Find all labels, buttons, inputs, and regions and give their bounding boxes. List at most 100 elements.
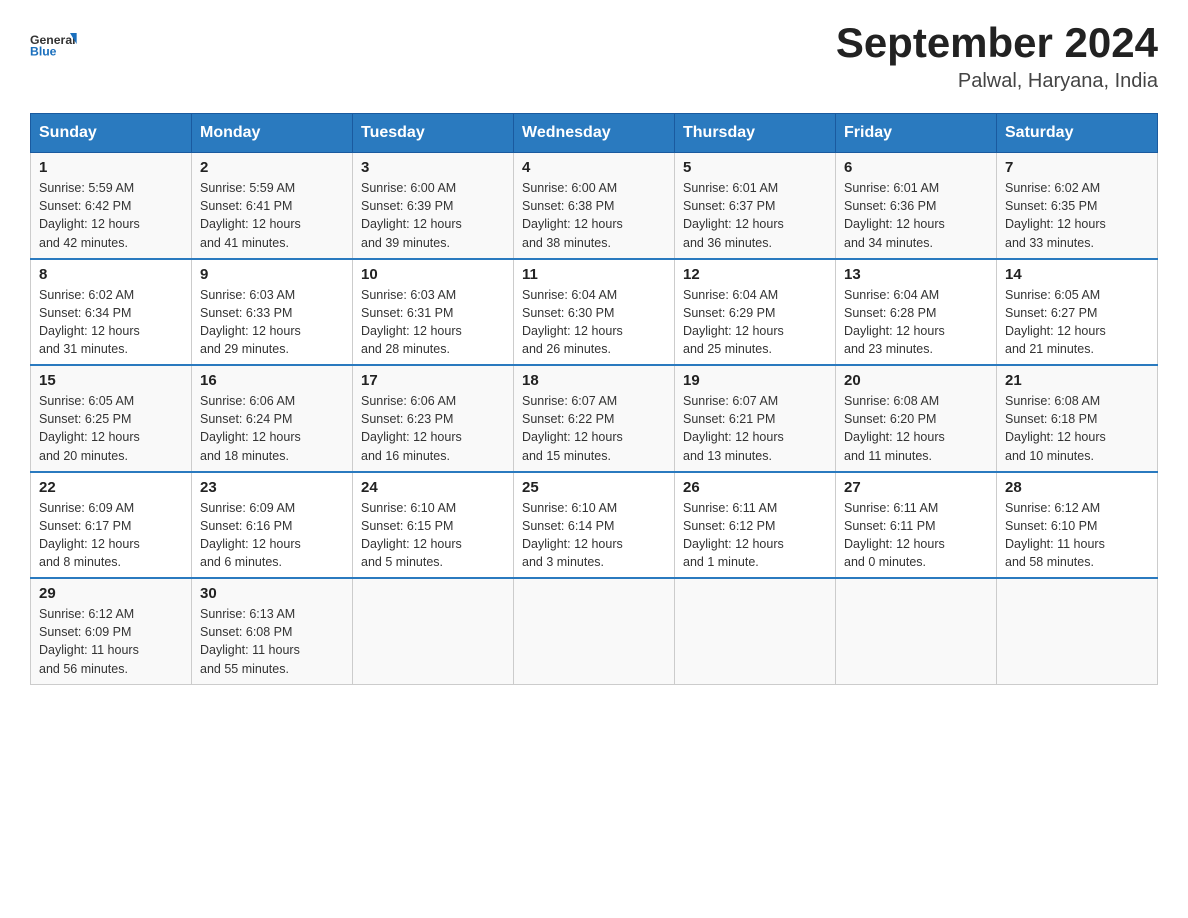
calendar-cell: 17 Sunrise: 6:06 AMSunset: 6:23 PMDayligh… [353,365,514,472]
calendar-cell: 9 Sunrise: 6:03 AMSunset: 6:33 PMDaylight… [192,259,353,366]
calendar-cell: 18 Sunrise: 6:07 AMSunset: 6:22 PMDayligh… [514,365,675,472]
day-number: 17 [361,372,505,389]
calendar-table: SundayMondayTuesdayWednesdayThursdayFrid… [30,113,1158,685]
day-info: Sunrise: 6:01 AMSunset: 6:37 PMDaylight:… [683,179,827,252]
day-number: 21 [1005,372,1149,389]
calendar-cell: 30 Sunrise: 6:13 AMSunset: 6:08 PMDayligh… [192,578,353,684]
calendar-cell: 22 Sunrise: 6:09 AMSunset: 6:17 PMDayligh… [31,472,192,579]
day-info: Sunrise: 6:00 AMSunset: 6:39 PMDaylight:… [361,179,505,252]
calendar-cell [514,578,675,684]
page-header: General Blue September 2024 Palwal, Hary… [30,20,1158,93]
day-number: 18 [522,372,666,389]
day-info: Sunrise: 6:07 AMSunset: 6:22 PMDaylight:… [522,392,666,465]
day-number: 3 [361,159,505,176]
calendar-cell: 1Sunrise: 5:59 AMSunset: 6:42 PMDaylight… [31,153,192,259]
day-info: Sunrise: 6:04 AMSunset: 6:30 PMDaylight:… [522,286,666,359]
column-header-tuesday: Tuesday [353,114,514,153]
day-info: Sunrise: 6:06 AMSunset: 6:23 PMDaylight:… [361,392,505,465]
day-number: 15 [39,372,183,389]
day-number: 5 [683,159,827,176]
day-info: Sunrise: 6:03 AMSunset: 6:33 PMDaylight:… [200,286,344,359]
calendar-cell: 13 Sunrise: 6:04 AMSunset: 6:28 PMDayligh… [836,259,997,366]
day-number: 30 [200,585,344,602]
day-info: Sunrise: 6:09 AMSunset: 6:17 PMDaylight:… [39,499,183,572]
day-number: 25 [522,479,666,496]
day-number: 24 [361,479,505,496]
calendar-cell: 26 Sunrise: 6:11 AMSunset: 6:12 PMDayligh… [675,472,836,579]
svg-text:Blue: Blue [30,44,57,58]
day-number: 2 [200,159,344,176]
column-header-friday: Friday [836,114,997,153]
calendar-cell: 5 Sunrise: 6:01 AMSunset: 6:37 PMDaylight… [675,153,836,259]
day-info: Sunrise: 6:02 AMSunset: 6:35 PMDaylight:… [1005,179,1149,252]
day-number: 23 [200,479,344,496]
column-header-thursday: Thursday [675,114,836,153]
day-number: 9 [200,266,344,283]
day-info: Sunrise: 6:02 AMSunset: 6:34 PMDaylight:… [39,286,183,359]
column-header-wednesday: Wednesday [514,114,675,153]
day-info: Sunrise: 6:05 AMSunset: 6:25 PMDaylight:… [39,392,183,465]
day-info: Sunrise: 6:06 AMSunset: 6:24 PMDaylight:… [200,392,344,465]
calendar-cell: 20 Sunrise: 6:08 AMSunset: 6:20 PMDayligh… [836,365,997,472]
day-info: Sunrise: 6:10 AMSunset: 6:15 PMDaylight:… [361,499,505,572]
day-number: 12 [683,266,827,283]
day-info: Sunrise: 6:13 AMSunset: 6:08 PMDaylight:… [200,605,344,678]
day-info: Sunrise: 6:03 AMSunset: 6:31 PMDaylight:… [361,286,505,359]
column-header-sunday: Sunday [31,114,192,153]
calendar-cell [675,578,836,684]
calendar-header-row: SundayMondayTuesdayWednesdayThursdayFrid… [31,114,1158,153]
calendar-cell: 24 Sunrise: 6:10 AMSunset: 6:15 PMDayligh… [353,472,514,579]
day-number: 22 [39,479,183,496]
calendar-cell: 11 Sunrise: 6:04 AMSunset: 6:30 PMDayligh… [514,259,675,366]
day-number: 6 [844,159,988,176]
location-subtitle: Palwal, Haryana, India [836,70,1158,93]
calendar-cell: 10Sunrise: 6:03 AMSunset: 6:31 PMDayligh… [353,259,514,366]
calendar-cell: 25Sunrise: 6:10 AMSunset: 6:14 PMDayligh… [514,472,675,579]
day-number: 19 [683,372,827,389]
day-info: Sunrise: 6:04 AMSunset: 6:28 PMDaylight:… [844,286,988,359]
day-number: 4 [522,159,666,176]
calendar-cell [997,578,1158,684]
day-number: 7 [1005,159,1149,176]
calendar-cell [836,578,997,684]
calendar-cell: 2 Sunrise: 5:59 AMSunset: 6:41 PMDaylight… [192,153,353,259]
calendar-week-row: 22 Sunrise: 6:09 AMSunset: 6:17 PMDayligh… [31,472,1158,579]
calendar-week-row: 1Sunrise: 5:59 AMSunset: 6:42 PMDaylight… [31,153,1158,259]
logo-svg: General Blue [30,20,80,65]
calendar-cell: 29Sunrise: 6:12 AMSunset: 6:09 PMDayligh… [31,578,192,684]
day-info: Sunrise: 6:11 AMSunset: 6:11 PMDaylight:… [844,499,988,572]
calendar-week-row: 8 Sunrise: 6:02 AMSunset: 6:34 PMDaylight… [31,259,1158,366]
calendar-cell: 19 Sunrise: 6:07 AMSunset: 6:21 PMDayligh… [675,365,836,472]
day-info: Sunrise: 6:12 AMSunset: 6:10 PMDaylight:… [1005,499,1149,572]
calendar-cell: 12 Sunrise: 6:04 AMSunset: 6:29 PMDayligh… [675,259,836,366]
day-number: 28 [1005,479,1149,496]
day-info: Sunrise: 6:04 AMSunset: 6:29 PMDaylight:… [683,286,827,359]
day-number: 8 [39,266,183,283]
day-number: 16 [200,372,344,389]
calendar-week-row: 29Sunrise: 6:12 AMSunset: 6:09 PMDayligh… [31,578,1158,684]
calendar-cell: 7 Sunrise: 6:02 AMSunset: 6:35 PMDaylight… [997,153,1158,259]
calendar-cell: 16 Sunrise: 6:06 AMSunset: 6:24 PMDayligh… [192,365,353,472]
day-info: Sunrise: 6:00 AMSunset: 6:38 PMDaylight:… [522,179,666,252]
column-header-monday: Monday [192,114,353,153]
day-info: Sunrise: 6:08 AMSunset: 6:18 PMDaylight:… [1005,392,1149,465]
day-number: 26 [683,479,827,496]
day-info: Sunrise: 6:11 AMSunset: 6:12 PMDaylight:… [683,499,827,572]
calendar-cell: 21 Sunrise: 6:08 AMSunset: 6:18 PMDayligh… [997,365,1158,472]
calendar-cell: 14Sunrise: 6:05 AMSunset: 6:27 PMDayligh… [997,259,1158,366]
calendar-cell: 23Sunrise: 6:09 AMSunset: 6:16 PMDayligh… [192,472,353,579]
day-number: 27 [844,479,988,496]
day-number: 20 [844,372,988,389]
day-info: Sunrise: 6:12 AMSunset: 6:09 PMDaylight:… [39,605,183,678]
calendar-cell: 28 Sunrise: 6:12 AMSunset: 6:10 PMDayligh… [997,472,1158,579]
day-number: 13 [844,266,988,283]
calendar-week-row: 15 Sunrise: 6:05 AMSunset: 6:25 PMDayligh… [31,365,1158,472]
calendar-cell: 4 Sunrise: 6:00 AMSunset: 6:38 PMDaylight… [514,153,675,259]
day-info: Sunrise: 6:08 AMSunset: 6:20 PMDaylight:… [844,392,988,465]
day-info: Sunrise: 6:07 AMSunset: 6:21 PMDaylight:… [683,392,827,465]
day-number: 14 [1005,266,1149,283]
day-number: 11 [522,266,666,283]
column-header-saturday: Saturday [997,114,1158,153]
calendar-cell [353,578,514,684]
day-info: Sunrise: 5:59 AMSunset: 6:41 PMDaylight:… [200,179,344,252]
